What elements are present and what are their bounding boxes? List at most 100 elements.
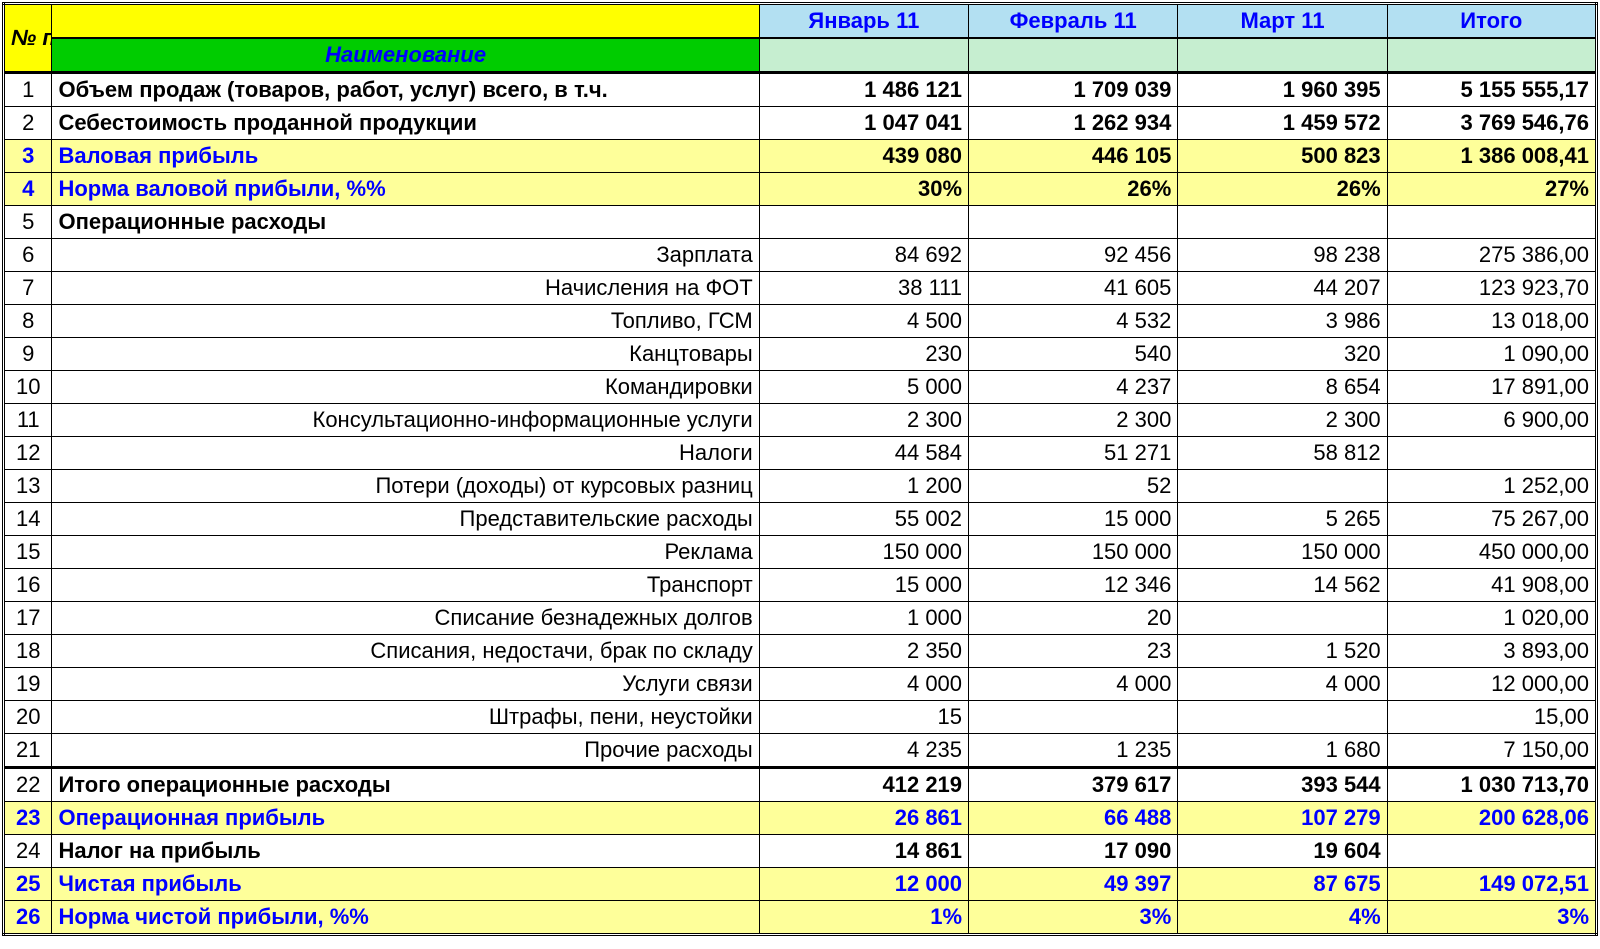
row-label: Канцтовары (52, 338, 759, 371)
row-value: 12 346 (969, 569, 1178, 602)
row-label: Списания, недостачи, брак по складу (52, 635, 759, 668)
row-label: Себестоимость проданной продукции (52, 107, 759, 140)
row-number: 8 (4, 305, 52, 338)
header-green-blank-2 (1178, 38, 1387, 73)
table-row: 20Штрафы, пени, неустойки1515,00 (4, 701, 1597, 734)
row-value: 230 (759, 338, 968, 371)
row-number: 7 (4, 272, 52, 305)
row-label: Транспорт (52, 569, 759, 602)
row-label: Итого операционные расходы (52, 768, 759, 802)
header-col-0: Январь 11 (759, 4, 968, 39)
row-value: 5 265 (1178, 503, 1387, 536)
table-row: 22Итого операционные расходы412 219379 6… (4, 768, 1597, 802)
row-label: Представительские расходы (52, 503, 759, 536)
row-value: 87 675 (1178, 868, 1387, 901)
row-number: 13 (4, 470, 52, 503)
row-value: 1 520 (1178, 635, 1387, 668)
row-label: Норма чистой прибыли, %% (52, 901, 759, 935)
row-value: 17 891,00 (1387, 371, 1596, 404)
table-row: 11Консультационно-информационные услуги2… (4, 404, 1597, 437)
row-value: 446 105 (969, 140, 1178, 173)
row-value: 27% (1387, 173, 1596, 206)
row-value: 540 (969, 338, 1178, 371)
row-value: 500 823 (1178, 140, 1387, 173)
row-value: 107 279 (1178, 802, 1387, 835)
table-row: 24Налог на прибыль14 86117 09019 604 (4, 835, 1597, 868)
row-label: Начисления на ФОТ (52, 272, 759, 305)
table-row: 26Норма чистой прибыли, %%1%3%4%3% (4, 901, 1597, 935)
row-number: 9 (4, 338, 52, 371)
row-value: 41 908,00 (1387, 569, 1596, 602)
row-value (1178, 470, 1387, 503)
row-value: 1 000 (759, 602, 968, 635)
row-value: 1 030 713,70 (1387, 768, 1596, 802)
row-value: 13 018,00 (1387, 305, 1596, 338)
row-value: 200 628,06 (1387, 802, 1596, 835)
row-number: 21 (4, 734, 52, 768)
row-value: 320 (1178, 338, 1387, 371)
row-label: Операционные расходы (52, 206, 759, 239)
table-row: 7Начисления на ФОТ38 11141 60544 207123 … (4, 272, 1597, 305)
row-value (1387, 437, 1596, 470)
row-value: 30% (759, 173, 968, 206)
row-number: 1 (4, 73, 52, 107)
row-value: 149 072,51 (1387, 868, 1596, 901)
row-value: 38 111 (759, 272, 968, 305)
row-number: 17 (4, 602, 52, 635)
row-value: 379 617 (969, 768, 1178, 802)
table-row: 21Прочие расходы4 2351 2351 6807 150,00 (4, 734, 1597, 768)
row-value: 4 000 (759, 668, 968, 701)
row-number: 4 (4, 173, 52, 206)
row-value: 23 (969, 635, 1178, 668)
row-value: 1 386 008,41 (1387, 140, 1596, 173)
table-row: 23Операционная прибыль26 86166 488107 27… (4, 802, 1597, 835)
row-value: 123 923,70 (1387, 272, 1596, 305)
row-value (1178, 701, 1387, 734)
row-value (1387, 206, 1596, 239)
row-value: 3 769 546,76 (1387, 107, 1596, 140)
row-value: 4 500 (759, 305, 968, 338)
row-label: Списание безнадежных долгов (52, 602, 759, 635)
row-value: 4 235 (759, 734, 968, 768)
row-value: 20 (969, 602, 1178, 635)
row-value (1178, 206, 1387, 239)
row-number: 20 (4, 701, 52, 734)
row-value: 14 861 (759, 835, 968, 868)
row-value: 98 238 (1178, 239, 1387, 272)
row-value: 275 386,00 (1387, 239, 1596, 272)
row-value: 1% (759, 901, 968, 935)
row-label: Валовая прибыль (52, 140, 759, 173)
header-name-label: Наименование (52, 38, 759, 73)
row-number: 5 (4, 206, 52, 239)
row-value: 3% (969, 901, 1178, 935)
table-row: 8Топливо, ГСМ4 5004 5323 98613 018,00 (4, 305, 1597, 338)
table-row: 14Представительские расходы55 00215 0005… (4, 503, 1597, 536)
row-value: 26 861 (759, 802, 968, 835)
row-label: Штрафы, пени, неустойки (52, 701, 759, 734)
table-row: 17Списание безнадежных долгов1 000201 02… (4, 602, 1597, 635)
row-number: 22 (4, 768, 52, 802)
row-value: 4% (1178, 901, 1387, 935)
row-value: 52 (969, 470, 1178, 503)
row-label: Чистая прибыль (52, 868, 759, 901)
row-value: 55 002 (759, 503, 968, 536)
row-value: 150 000 (759, 536, 968, 569)
table-row: 2Себестоимость проданной продукции1 047 … (4, 107, 1597, 140)
row-value: 4 000 (1178, 668, 1387, 701)
row-value (969, 701, 1178, 734)
header-col-2: Март 11 (1178, 4, 1387, 39)
row-value: 19 604 (1178, 835, 1387, 868)
row-value: 150 000 (969, 536, 1178, 569)
row-value: 1 262 934 (969, 107, 1178, 140)
row-value (759, 206, 968, 239)
row-number: 23 (4, 802, 52, 835)
row-label: Норма валовой прибыли, %% (52, 173, 759, 206)
row-label: Потери (доходы) от курсовых разниц (52, 470, 759, 503)
row-number: 12 (4, 437, 52, 470)
row-value: 4 000 (969, 668, 1178, 701)
row-value: 1 090,00 (1387, 338, 1596, 371)
row-value: 12 000,00 (1387, 668, 1596, 701)
table-row: 19Услуги связи4 0004 0004 00012 000,00 (4, 668, 1597, 701)
row-value (969, 206, 1178, 239)
profit-loss-table: № п/пЯнварь 11Февраль 11Март 11ИтогоНаим… (2, 2, 1598, 936)
